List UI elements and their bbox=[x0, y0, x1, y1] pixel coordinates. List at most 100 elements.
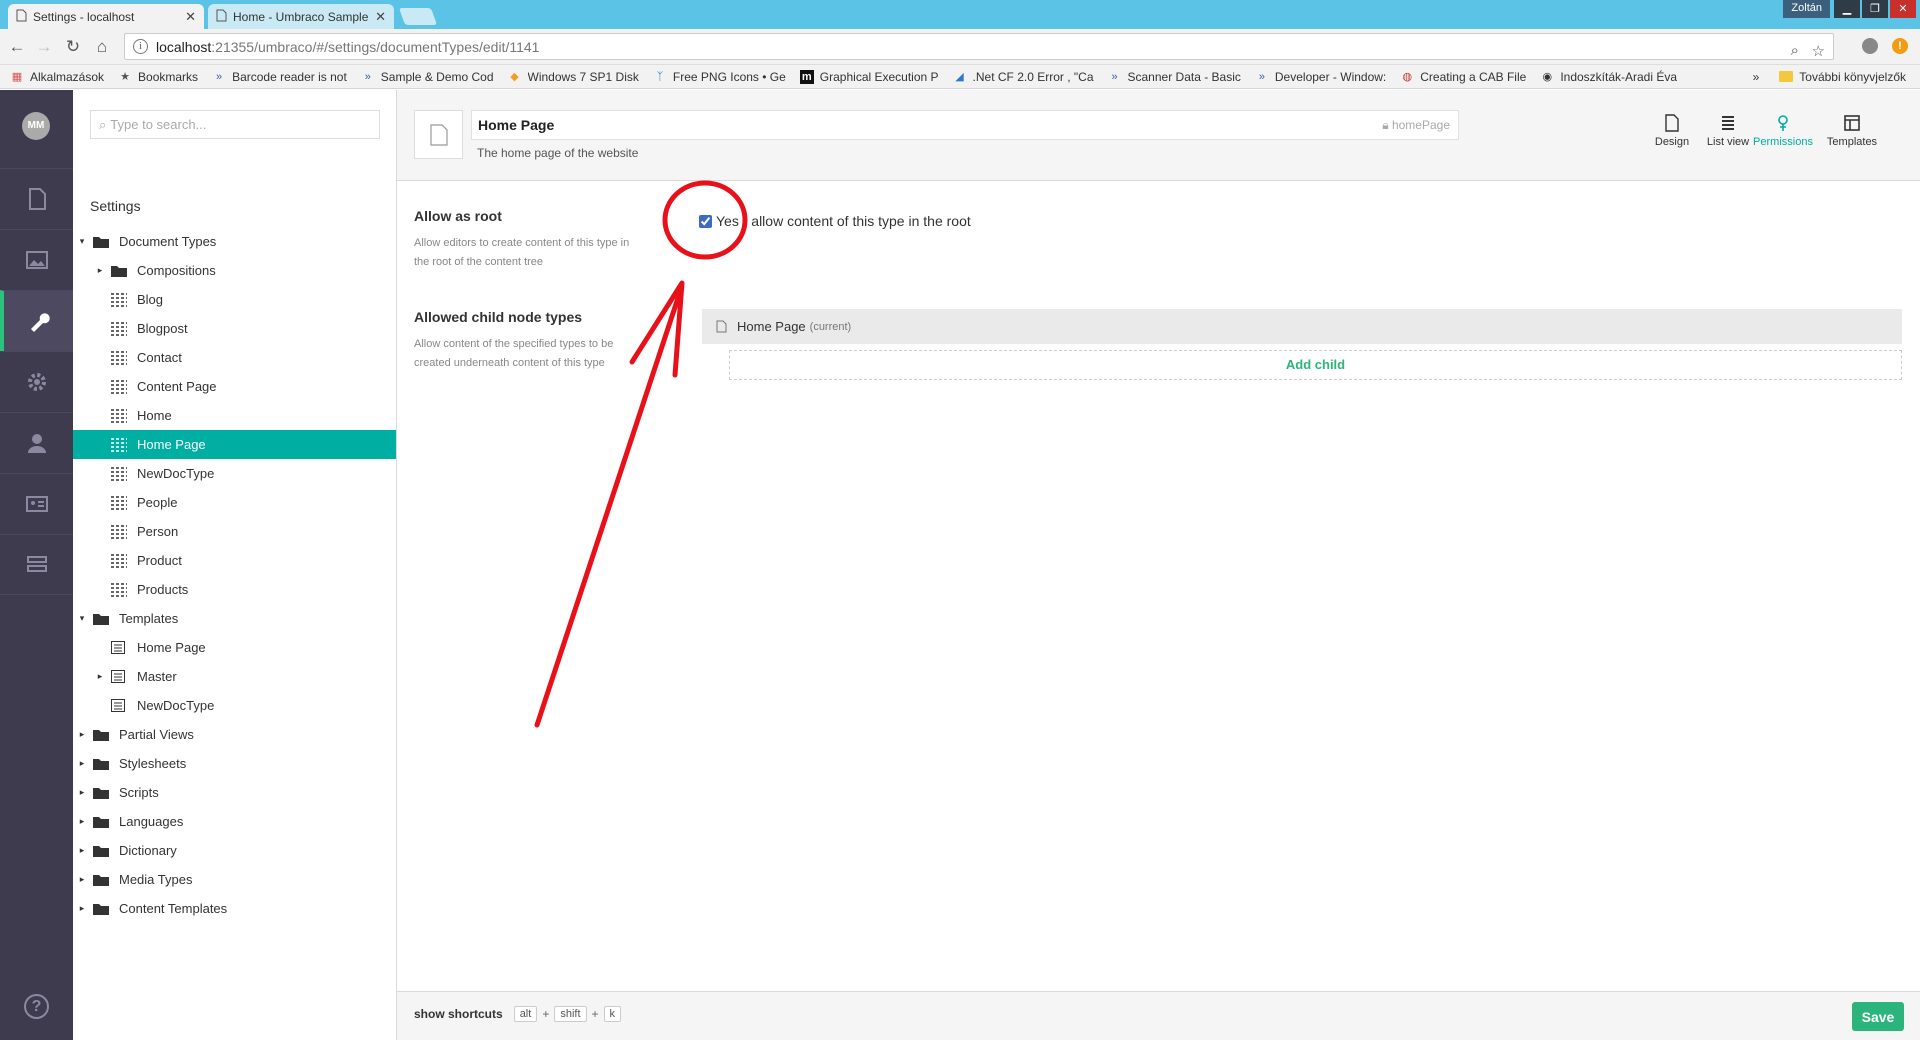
tree-node[interactable]: ▸ Media Types bbox=[73, 865, 396, 894]
tree-node-label: Templates bbox=[119, 611, 179, 626]
browser-tab-settings[interactable]: Settings - localhost ✕ bbox=[8, 4, 204, 29]
colorful-icon: ◆ bbox=[510, 70, 519, 83]
bookmark-item[interactable]: ★ Bookmarks bbox=[118, 70, 198, 84]
tab-label: Settings - localhost bbox=[33, 9, 135, 24]
bookmark-item[interactable]: » Developer - Window: bbox=[1255, 70, 1386, 84]
caret-down-icon[interactable]: ▾ bbox=[77, 613, 87, 624]
url-field[interactable]: i localhost :21355/umbraco/#/settings/do… bbox=[124, 33, 1834, 60]
shortcuts-hint[interactable]: show shortcuts alt + shift + k bbox=[414, 1006, 624, 1022]
tree-node[interactable]: ▸ Compositions bbox=[73, 256, 396, 285]
alias-field[interactable]: 🔒︎ homePage bbox=[1382, 111, 1450, 139]
zoom-search-icon[interactable]: ⌕ bbox=[1791, 42, 1799, 59]
save-button[interactable]: Save bbox=[1852, 1002, 1904, 1031]
doctype-name-field[interactable]: Home Page 🔒︎ homePage bbox=[471, 110, 1459, 140]
tree-node[interactable]: Blog bbox=[73, 285, 396, 314]
content-section-icon[interactable] bbox=[0, 168, 73, 229]
bookmark-item[interactable]: m Graphical Execution P bbox=[799, 69, 939, 84]
browser-tab-home[interactable]: Home - Umbraco Sample ✕ bbox=[208, 4, 394, 29]
members-section-icon[interactable] bbox=[0, 473, 73, 534]
caret-right-icon[interactable]: ▸ bbox=[77, 845, 87, 856]
tree-node[interactable]: ▸ Stylesheets bbox=[73, 749, 396, 778]
caret-right-icon[interactable]: ▸ bbox=[77, 816, 87, 827]
minimize-icon[interactable]: ▁ bbox=[1834, 0, 1860, 18]
bookmark-item[interactable]: ◆ Windows 7 SP1 Disk bbox=[508, 70, 639, 84]
tree-node[interactable]: ▸ Partial Views bbox=[73, 720, 396, 749]
forward-icon[interactable]: → bbox=[33, 36, 55, 58]
tree-node[interactable]: NewDocType bbox=[73, 459, 396, 488]
caret-right-icon[interactable]: ▸ bbox=[77, 903, 87, 914]
allow-root-checkbox[interactable] bbox=[699, 214, 712, 228]
apps-grid-icon: ▦ bbox=[11, 70, 23, 83]
tree-node[interactable]: ▾ Document Types bbox=[73, 227, 396, 256]
tab-templates[interactable]: Templates bbox=[1817, 114, 1887, 148]
tree-node[interactable]: ▸ Dictionary bbox=[73, 836, 396, 865]
tree-node-label: Person bbox=[137, 524, 179, 539]
doctype-icon-picker[interactable] bbox=[414, 110, 463, 159]
caret-right-icon[interactable]: ▸ bbox=[95, 671, 105, 682]
tree-node[interactable]: ▾ Templates bbox=[73, 604, 396, 633]
back-icon[interactable]: ← bbox=[6, 36, 28, 58]
bookmark-item[interactable]: ◍ Creating a CAB File bbox=[1400, 70, 1526, 84]
bookmark-item[interactable]: ◢ .Net CF 2.0 Error , "Ca bbox=[953, 70, 1093, 84]
tab-permissions[interactable]: Permissions bbox=[1748, 114, 1818, 148]
home-icon[interactable]: ⌂ bbox=[91, 36, 113, 58]
tab-label: Design bbox=[1654, 136, 1690, 148]
tree-node[interactable]: Content Page bbox=[73, 372, 396, 401]
allow-root-checkbox-row[interactable]: Yes - allow content of this type in the … bbox=[699, 213, 971, 229]
reload-icon[interactable]: ↻ bbox=[62, 36, 84, 58]
bookmark-star-icon[interactable]: ☆ bbox=[1812, 42, 1825, 60]
tree-node[interactable]: Person bbox=[73, 517, 396, 546]
tree-node[interactable]: Product bbox=[73, 546, 396, 575]
developer-section-icon[interactable] bbox=[0, 351, 73, 412]
restore-icon[interactable]: ❐ bbox=[1862, 0, 1888, 18]
settings-section-icon[interactable] bbox=[0, 290, 73, 351]
help-icon[interactable]: ? bbox=[24, 994, 49, 1019]
caret-right-icon[interactable]: ▸ bbox=[95, 265, 105, 276]
tree-node[interactable]: Home Page bbox=[73, 633, 396, 662]
other-bookmarks[interactable]: » További könyvjelzők bbox=[1753, 70, 1906, 84]
bookmark-item[interactable]: » Barcode reader is not bbox=[212, 70, 347, 84]
search-input[interactable] bbox=[110, 117, 361, 132]
media-section-icon[interactable] bbox=[0, 229, 73, 290]
users-section-icon[interactable] bbox=[0, 412, 73, 473]
tree-node[interactable]: ▸ Languages bbox=[73, 807, 396, 836]
bookmark-item[interactable]: » Sample & Demo Cod bbox=[361, 70, 494, 84]
bookmark-item[interactable]: ᛉ Free PNG Icons • Ge bbox=[653, 70, 786, 84]
editor-header: Home Page 🔒︎ homePage The home page of t… bbox=[397, 90, 1920, 181]
doctype-grid-icon bbox=[111, 495, 127, 510]
add-child-button[interactable]: Add child bbox=[729, 350, 1902, 380]
tree-node[interactable]: Blogpost bbox=[73, 314, 396, 343]
doctype-description-field[interactable]: The home page of the website bbox=[477, 146, 638, 160]
tree-section-title: Settings bbox=[90, 198, 141, 214]
close-icon[interactable]: ✕ bbox=[375, 9, 386, 25]
caret-right-icon[interactable]: ▸ bbox=[77, 787, 87, 798]
new-tab-button[interactable] bbox=[398, 8, 438, 25]
tree-node[interactable]: Home bbox=[73, 401, 396, 430]
bookmark-item[interactable]: ◉ Indoszkíták-Aradi Éva bbox=[1540, 70, 1678, 84]
tree-node[interactable]: ▸ Content Templates bbox=[73, 894, 396, 923]
folder-icon bbox=[93, 786, 109, 800]
caret-right-icon[interactable]: ▸ bbox=[77, 729, 87, 740]
overflow-chevron-icon[interactable]: » bbox=[1753, 70, 1760, 84]
bookmark-item[interactable]: ▦ Alkalmazások bbox=[10, 70, 104, 84]
tree-node[interactable]: People bbox=[73, 488, 396, 517]
close-icon[interactable]: ✕ bbox=[185, 9, 196, 25]
alert-icon[interactable]: ! bbox=[1892, 38, 1908, 54]
info-icon[interactable]: i bbox=[133, 39, 148, 54]
tree-node[interactable]: Home Page bbox=[73, 430, 396, 459]
extension-icon[interactable] bbox=[1862, 38, 1878, 54]
tree-node[interactable]: Contact bbox=[73, 343, 396, 372]
caret-right-icon[interactable]: ▸ bbox=[77, 874, 87, 885]
tree-node[interactable]: NewDocType bbox=[73, 691, 396, 720]
caret-right-icon[interactable]: ▸ bbox=[77, 758, 87, 769]
tree-node[interactable]: Products bbox=[73, 575, 396, 604]
avatar[interactable]: MM bbox=[22, 112, 50, 140]
tree-node[interactable]: ▸ Scripts bbox=[73, 778, 396, 807]
bookmark-item[interactable]: » Scanner Data - Basic bbox=[1108, 70, 1240, 84]
forms-section-icon[interactable] bbox=[0, 534, 73, 595]
tree-node[interactable]: ▸ Master bbox=[73, 662, 396, 691]
tree-node-label: Home Page bbox=[137, 640, 206, 655]
tree-search-box[interactable]: ⌕ bbox=[90, 110, 380, 139]
caret-down-icon[interactable]: ▾ bbox=[77, 236, 87, 247]
window-close-icon[interactable]: ✕ bbox=[1890, 0, 1916, 18]
